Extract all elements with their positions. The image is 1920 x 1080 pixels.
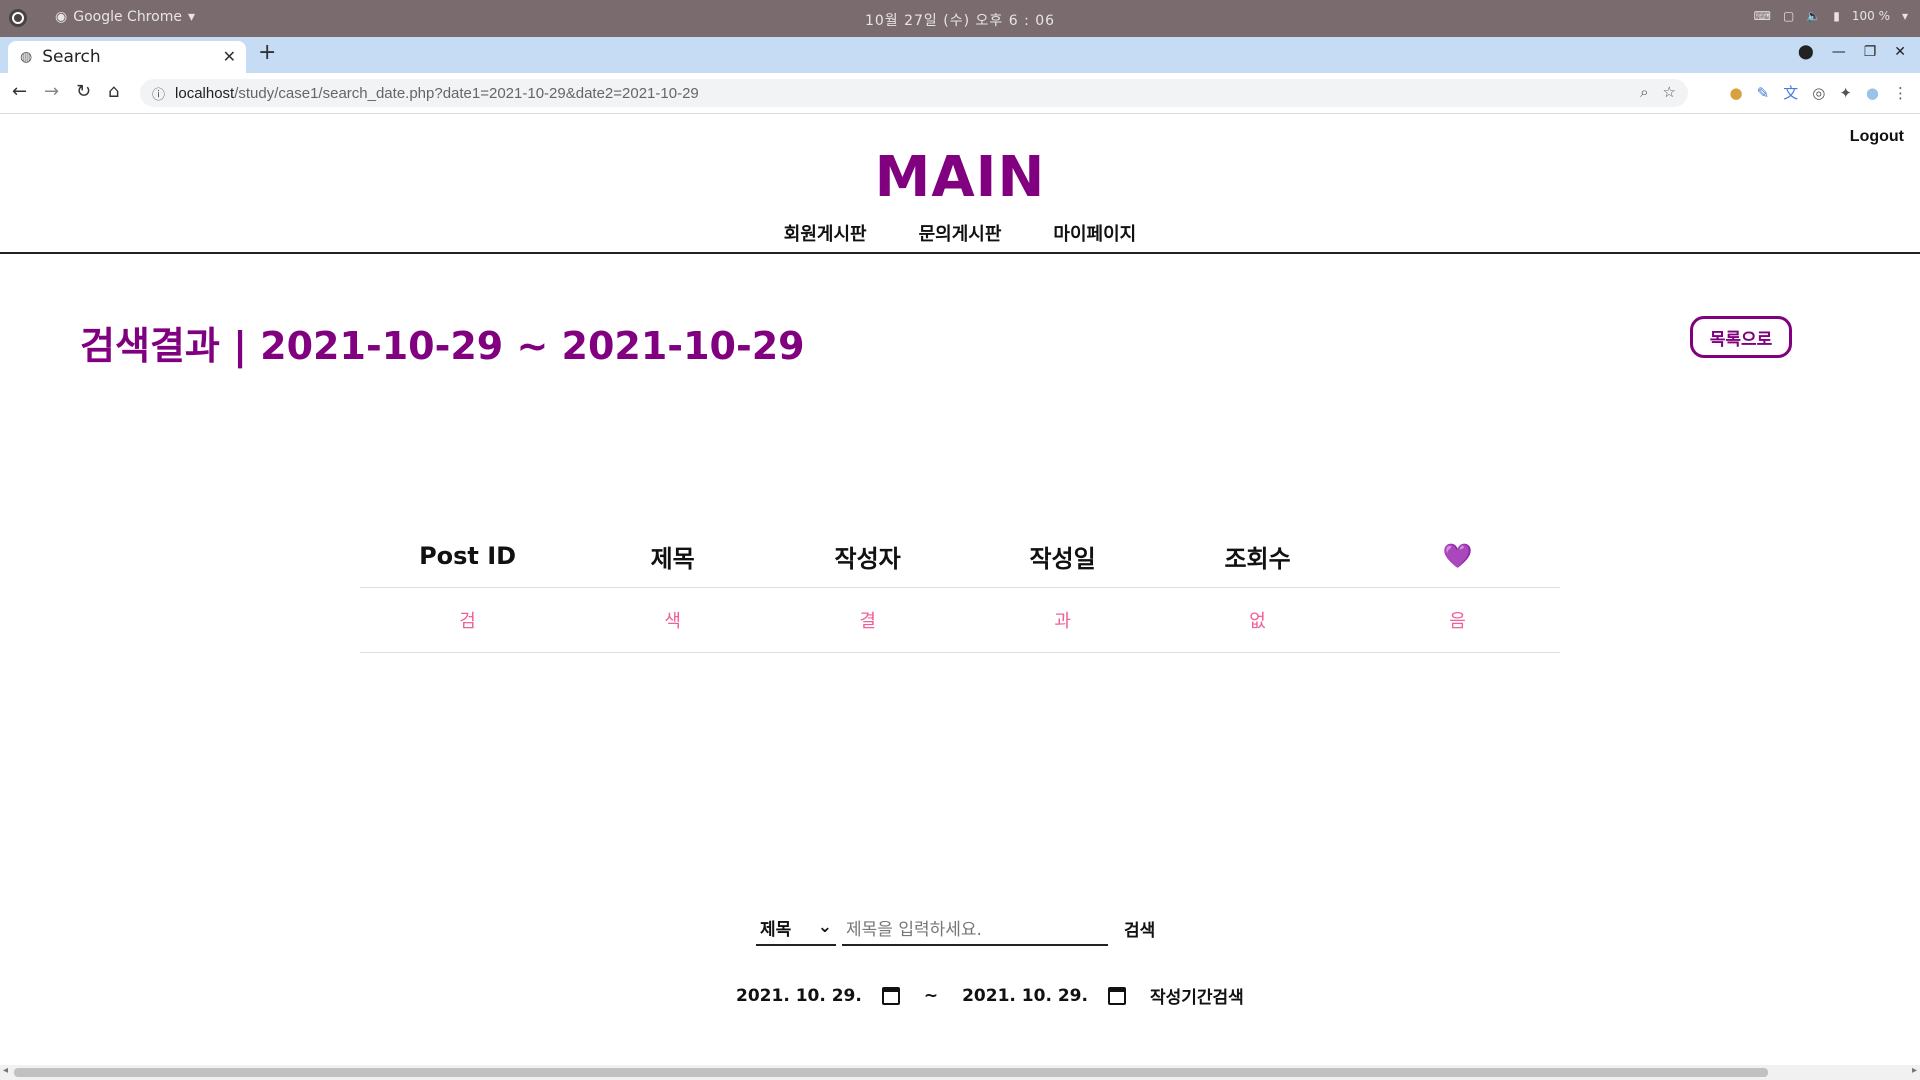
table-header-row: Post ID 제목 작성자 작성일 조회수 💜	[360, 525, 1560, 588]
site-logo[interactable]: MAIN	[0, 145, 1920, 210]
table-row: 검 색 결 과 없 음	[360, 587, 1560, 653]
col-author: 작성자	[770, 525, 966, 588]
back-to-list-button[interactable]: 목록으로	[1690, 316, 1792, 358]
url-host: localhost	[175, 84, 235, 102]
tab-search[interactable]: ◍ Search ✕	[8, 41, 246, 73]
date-separator: ~	[923, 985, 939, 1006]
extensions-area: ● ✎ 文 ◎ ✦ ● ⋮	[1730, 82, 1908, 103]
search-field-select[interactable]: 제목 ⌄	[756, 910, 836, 946]
battery-level: 100 %	[1851, 9, 1890, 23]
screen-icon: ▢	[1782, 9, 1795, 23]
horizontal-scrollbar[interactable]: ◂ ▸	[0, 1065, 1920, 1080]
col-title: 제목	[575, 525, 771, 588]
pen-extension-icon[interactable]: ✎	[1757, 84, 1770, 102]
date-search-form: 2021. 10. 29. ~ 2021. 10. 29. 작성기간검색	[736, 983, 1244, 1009]
battery-icon: ▮	[1833, 9, 1840, 23]
clock[interactable]: 10월 27일 (수) 오후 6 : 06	[0, 10, 1920, 30]
new-tab-button[interactable]: +	[258, 40, 276, 65]
col-post-id: Post ID	[360, 525, 576, 588]
url-path: /study/case1/search_date.php?date1=2021-…	[234, 84, 699, 102]
globe-icon: ◍	[20, 49, 33, 65]
puzzle-icon[interactable]: ✦	[1839, 84, 1852, 102]
col-date: 작성일	[965, 525, 1161, 588]
search-input[interactable]: 제목을 입력하세요.	[842, 910, 1108, 946]
browser-toolbar: ← → ↻ ⌂ ⓘ localhost/study/case1/search_d…	[0, 73, 1920, 114]
start-date-input[interactable]: 2021. 10. 29.	[736, 986, 862, 1006]
minimize-icon[interactable]: —	[1832, 44, 1846, 60]
restore-icon[interactable]: ❐	[1864, 44, 1877, 60]
system-tray[interactable]: ⌨ ▢ 🔈 ▮ 100 % ▾	[1754, 9, 1908, 23]
close-icon[interactable]: ✕	[223, 47, 236, 66]
zoom-icon[interactable]: ⌕	[1640, 83, 1648, 101]
chevron-down-icon: ⌄	[817, 917, 832, 937]
star-icon[interactable]: ☆	[1663, 83, 1676, 101]
table-cell: 없	[1160, 587, 1356, 653]
search-button[interactable]: 검색	[1124, 910, 1155, 946]
url-text[interactable]: localhost/study/case1/search_date.php?da…	[175, 85, 699, 102]
volume-icon: 🔈	[1806, 9, 1822, 23]
tab-search-icon[interactable]: ⬤	[1798, 44, 1814, 60]
os-top-bar: ◉ Google Chrome ▾ 10월 27일 (수) 오후 6 : 06 …	[0, 0, 1920, 37]
table-cell: 과	[965, 587, 1161, 653]
back-icon[interactable]: ←	[12, 81, 27, 102]
main-nav: 회원게시판 문의게시판 마이페이지	[0, 220, 1920, 246]
results-table: Post ID 제목 작성자 작성일 조회수 💜 검 색 결 과 없 음	[360, 525, 1560, 653]
end-date-input[interactable]: 2021. 10. 29.	[962, 986, 1088, 1006]
tab-strip: ◍ Search ✕	[0, 37, 1920, 73]
chevron-down-icon: ▾	[1901, 9, 1908, 23]
more-icon[interactable]: ⋮	[1893, 84, 1908, 102]
scrollbar-thumb[interactable]	[14, 1068, 1768, 1077]
table-cell: 음	[1355, 587, 1560, 653]
nav-inquiry-board[interactable]: 문의게시판	[919, 220, 1002, 246]
address-bar[interactable]: ⓘ localhost/study/case1/search_date.php?…	[140, 79, 1688, 107]
profile-avatar[interactable]: ●	[1866, 84, 1879, 102]
calendar-icon[interactable]	[1107, 986, 1126, 1005]
table-cell: 색	[575, 587, 771, 653]
cookie-extension-icon[interactable]: ●	[1730, 84, 1743, 102]
globe-extension-icon[interactable]: ◎	[1812, 84, 1825, 102]
col-likes-heart-icon: 💜	[1355, 525, 1560, 588]
forward-icon[interactable]: →	[44, 81, 59, 102]
scroll-left-icon[interactable]: ◂	[3, 1065, 8, 1076]
search-form: 제목 ⌄ 제목을 입력하세요. 검색	[756, 910, 1155, 946]
nav-mypage[interactable]: 마이페이지	[1053, 220, 1136, 246]
reload-icon[interactable]: ↻	[76, 81, 91, 102]
close-window-icon[interactable]: ✕	[1894, 44, 1906, 60]
tab-title: Search	[42, 47, 101, 67]
nav-member-board[interactable]: 회원게시판	[784, 220, 867, 246]
scroll-right-icon[interactable]: ▸	[1912, 1065, 1917, 1076]
date-search-button[interactable]: 작성기간검색	[1150, 983, 1244, 1008]
keyboard-icon: ⌨	[1753, 9, 1771, 23]
col-views: 조회수	[1160, 525, 1356, 588]
header-divider	[0, 252, 1920, 254]
table-cell: 검	[360, 587, 576, 653]
translate-extension-icon[interactable]: 文	[1783, 82, 1798, 103]
select-value: 제목	[760, 919, 792, 940]
info-icon[interactable]: ⓘ	[152, 84, 165, 103]
logout-link[interactable]: Logout	[1850, 128, 1904, 146]
calendar-icon[interactable]	[881, 986, 900, 1005]
window-controls: ⬤ — ❐ ✕	[1798, 44, 1906, 60]
table-cell: 결	[770, 587, 966, 653]
home-icon[interactable]: ⌂	[108, 81, 119, 102]
page-title: 검색결과 | 2021-10-29 ~ 2021-10-29	[80, 324, 805, 368]
